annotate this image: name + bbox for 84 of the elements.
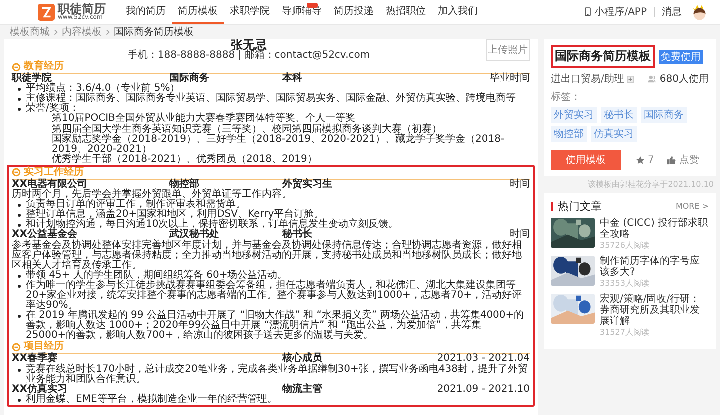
template-title: 国际商务简历模板 bbox=[551, 45, 655, 68]
phone-icon bbox=[584, 7, 591, 17]
bullet-text: 带领 45+ 人的学生团队，期间组织筹备 60+场公益活动。 bbox=[26, 270, 288, 281]
nav-tab[interactable]: 简历投递 bbox=[328, 0, 380, 24]
share-note: 该模板由郭桂花分享于2021.10.10 bbox=[587, 179, 715, 191]
section-icon bbox=[12, 62, 21, 72]
section-title: 实习工作经历 bbox=[24, 166, 84, 178]
entry-org: 职徒学院 bbox=[12, 74, 52, 84]
bullet-icon bbox=[18, 204, 21, 208]
bullet-icon bbox=[18, 214, 21, 218]
entry-time: 毕业时间 bbox=[490, 74, 530, 84]
bullet-text: 荣誉/奖项： bbox=[26, 104, 80, 114]
entry-role: 秘书长 bbox=[282, 230, 312, 240]
logo-icon bbox=[38, 4, 55, 20]
bullet-icon bbox=[18, 398, 21, 402]
section-icon bbox=[12, 168, 21, 178]
award-line: 国家励志奖学金（2018-2019）、三好学生（2018-2019、2020-2021）、藏龙学子奖学金（2018-2019、2020-2021） bbox=[51, 134, 506, 155]
entry-time: 时间 bbox=[510, 230, 530, 240]
entry-org: XX春季赛 bbox=[12, 354, 58, 364]
award-line: 优秀学生干部（2018-2021）、优秀团员（2018、2019） bbox=[51, 154, 318, 165]
entry-time: 2021.03 - 2021.04 bbox=[437, 354, 530, 364]
category-label: 进出口贸易/助理 bbox=[551, 72, 624, 86]
tags-label: 标签： bbox=[551, 90, 582, 104]
entry-org: XX仿真实习 bbox=[12, 384, 68, 395]
avatar-icon[interactable] bbox=[690, 3, 708, 21]
entry-time: 2021.09 - 2021.10 bbox=[437, 384, 530, 395]
entry-org: XX电器有限公司 bbox=[12, 180, 88, 190]
users-icon bbox=[648, 75, 657, 83]
entry-dept: 国际商务 bbox=[170, 73, 210, 84]
breadcrumb-link[interactable]: 国际商务简历模板 bbox=[114, 25, 194, 39]
star-count: 7 bbox=[648, 154, 654, 166]
bullet-icon bbox=[18, 108, 21, 112]
nav-tab[interactable]: 简历模板 bbox=[172, 0, 224, 24]
bullet-text: 在 2019 年腾讯发起的 99 公益日活动中开展了 “旧物大作战” 和 “水果捐义卖” 两场公益活动，共筹集4000+的善款，影响人数达 1000+；2020年99公益日中开展 “漂流明信片” 和 “跑出公益，为爱加倍”，共筹集25000+的善款，影响人数700+，给凉山的彼困孩子送去更多的温暖与关爱。 bbox=[26, 311, 526, 342]
entry-role: 物流主管 bbox=[282, 384, 322, 395]
entry-org: XX公益基金会 bbox=[12, 230, 78, 240]
bullet-text: 竞赛在线总时长170小时，总计成交20笔业务，完成各类业务单据缮制30+张，撰写业务函电438封，提升了外贸业务能力和团队合作意识。 bbox=[26, 364, 528, 385]
section-icon bbox=[12, 342, 21, 352]
entry-role: 核心成员 bbox=[282, 354, 322, 364]
logo-name: 职徒简历 bbox=[58, 3, 106, 15]
bullet-icon bbox=[18, 98, 21, 102]
panel-title: 热门文章 bbox=[558, 199, 602, 214]
entry-time: 时间 bbox=[510, 180, 530, 190]
entry-role: 本科 bbox=[282, 74, 302, 84]
bullet-icon bbox=[18, 224, 21, 228]
read-count: 35726人阅读 bbox=[600, 240, 650, 251]
article-link[interactable]: 中金 (CICC) 投行部求职全攻略 bbox=[600, 218, 709, 240]
chevron-icon bbox=[54, 28, 58, 36]
add-icon[interactable] bbox=[627, 76, 634, 82]
chevron-icon bbox=[106, 28, 110, 36]
entry-dept: 武汉秘书处 bbox=[170, 229, 220, 240]
star-icon[interactable] bbox=[636, 156, 645, 164]
bullet-text: 利用金蝶、EME等平台，模拟制造企业一年的经营管理。 bbox=[26, 394, 278, 405]
award-line: 第10届POCIB全国外贸从业能力大赛春季赛团体特等奖、个人一等奖 bbox=[51, 114, 356, 124]
thumbs-up-icon[interactable] bbox=[667, 156, 676, 164]
article-link[interactable]: 宏观/策略/固收/行研：券商研究所及其职业发展详解 bbox=[600, 294, 709, 327]
article-link[interactable]: 制作简历字体的字号应该多大? bbox=[600, 256, 709, 278]
free-badge: 免费使用 bbox=[659, 50, 703, 64]
app-link[interactable]: 小程序/APP bbox=[594, 5, 647, 19]
bullet-icon bbox=[18, 315, 21, 318]
upload-photo-button[interactable]: 上传照片 bbox=[486, 39, 530, 61]
bullet-icon bbox=[18, 284, 21, 288]
award-line: 第四届全国大学生商务英语知识竞赛（三等奖）、校园第四届模拟商务谈判大赛（初赛） bbox=[51, 124, 442, 135]
entry-dept: 物控部 bbox=[170, 178, 200, 190]
read-count: 31527人阅读 bbox=[600, 327, 650, 338]
accent-bar-icon bbox=[551, 202, 553, 211]
section-title: 项目经历 bbox=[24, 341, 64, 352]
nav-tab[interactable]: 我的简历 bbox=[120, 0, 172, 24]
nav-tab[interactable]: 加入我们 bbox=[432, 0, 484, 24]
bullet-icon bbox=[18, 88, 21, 92]
users-count: 680人使用 bbox=[660, 73, 709, 86]
bullet-icon bbox=[18, 368, 21, 372]
section-title: 教育经历 bbox=[24, 61, 64, 72]
like-label[interactable]: 点赞 bbox=[679, 153, 700, 167]
bullet-icon bbox=[18, 274, 21, 278]
more-link[interactable]: MORE > bbox=[676, 202, 709, 211]
resume-name: 张无忌 bbox=[231, 39, 267, 51]
entry-role: 外贸实习生 bbox=[282, 180, 332, 190]
nav-tab[interactable]: 求职学院 bbox=[224, 0, 276, 24]
read-count: 33353人阅读 bbox=[600, 278, 650, 289]
contact-line: 手机：188-8888-8888 | 邮箱：contact@52cv.com bbox=[128, 51, 370, 62]
nav-tab[interactable]: 热招职位 bbox=[380, 0, 432, 24]
messages-link[interactable]: 消息 bbox=[662, 5, 682, 19]
entry-description: 参考基金会及协调处整体安排完善地区年度计划，并与基金会及协调处保持信息传达；合理协调志愿者资源，做好相应客户体验管理，与志愿者保持粘度；全力推动当地移树活动的开展，支持秘书处成员和当地移树队员成长；做好地区相关人才培育及传承工作。 bbox=[12, 240, 523, 271]
